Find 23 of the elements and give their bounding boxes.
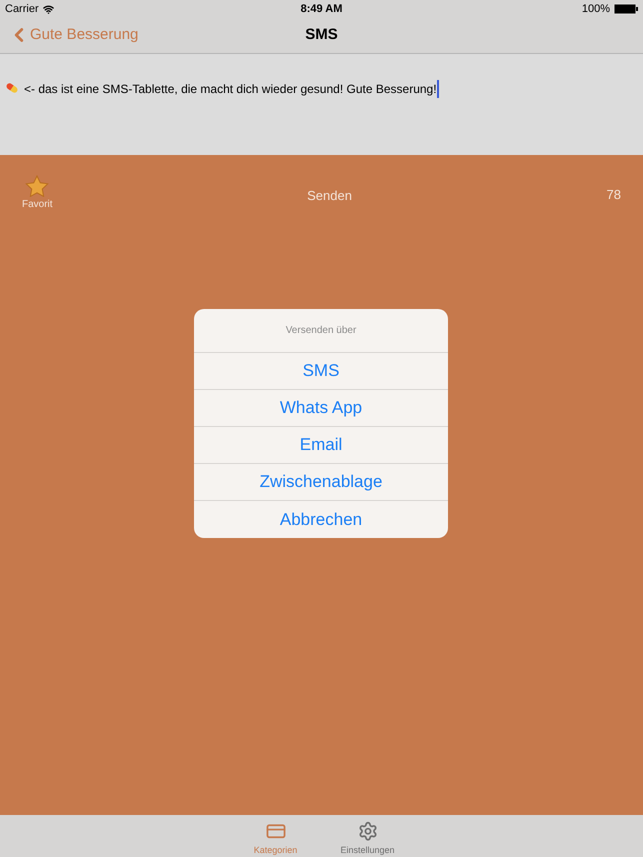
clock-time: 8:49 AM bbox=[300, 2, 342, 17]
wifi-icon bbox=[42, 4, 54, 14]
screen-title: SMS bbox=[305, 25, 338, 46]
character-count: 78 bbox=[606, 186, 621, 204]
settings-icon bbox=[356, 821, 378, 842]
battery-percent: 100% bbox=[582, 2, 610, 17]
sheet-option[interactable]: Zwischenablage bbox=[194, 464, 448, 501]
sheet-option[interactable]: Email bbox=[194, 427, 448, 464]
favorite-button[interactable]: Favorit bbox=[22, 175, 53, 212]
sheet-option[interactable]: Whats App bbox=[194, 390, 448, 427]
tab-item[interactable]: Einstellungen bbox=[342, 821, 394, 857]
send-button[interactable]: Senden bbox=[307, 186, 352, 206]
star-icon bbox=[25, 175, 50, 197]
carrier-name: Carrier bbox=[5, 2, 39, 17]
message-text: <- das ist eine SMS-Tablette, die macht dich wieder gesund! Gute Besserung! bbox=[24, 80, 439, 98]
back-button[interactable]: Gute Besserung bbox=[8, 24, 138, 46]
pill-icon bbox=[5, 81, 19, 95]
tab-item[interactable]: Kategorien bbox=[250, 821, 302, 857]
battery-icon bbox=[614, 4, 638, 14]
message-area[interactable]: <- das ist eine SMS-Tablette, die macht dich wieder gesund! Gute Besserung! bbox=[0, 54, 643, 155]
sheet-title: Versenden über bbox=[286, 324, 356, 338]
sheet-option[interactable]: SMS bbox=[194, 353, 448, 390]
sheet-option[interactable]: Abbrechen bbox=[194, 501, 448, 538]
